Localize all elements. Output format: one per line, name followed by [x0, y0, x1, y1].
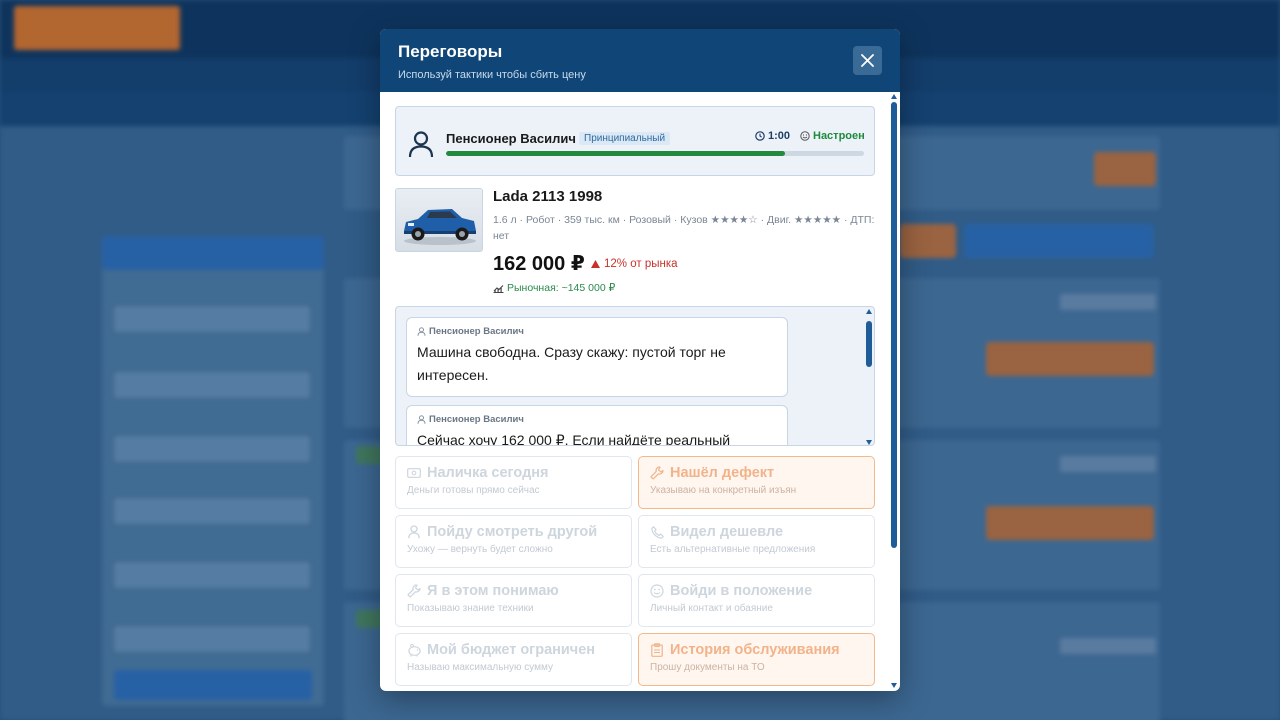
tactic-title: История обслуживания: [649, 642, 864, 658]
tactic-button[interactable]: Я в этом понимаю Показываю знание техники: [395, 574, 632, 627]
mood-progress-bar: [446, 151, 864, 156]
smile-icon: [800, 131, 810, 141]
clock-icon: [755, 131, 765, 141]
tactic-button[interactable]: Мой бюджет ограничен Называю максимальную…: [395, 633, 632, 686]
modal-subtitle: Используй тактики чтобы сбить цену: [398, 69, 586, 81]
tactic-title-text: Наличка сегодня: [427, 465, 549, 481]
tactic-description: Ухожу — вернуть будет сложно: [407, 544, 553, 555]
tactic-button[interactable]: Нашёл дефект Указываю на конкретный изъян: [638, 456, 875, 509]
tactic-title: Мой бюджет ограничен: [406, 642, 621, 658]
tactic-button[interactable]: Видел дешевле Есть альтернативные предлож…: [638, 515, 875, 568]
market-price: Рыночная: ~145 000 ₽: [493, 282, 615, 294]
chat-message: Пенсионер Василич Машина свободна. Сразу…: [406, 317, 788, 397]
wrench-icon: [649, 465, 665, 481]
seller-trait-badge: Принципиальный: [579, 132, 671, 145]
close-icon: [861, 54, 874, 67]
tactic-button[interactable]: Наличка сегодня Деньги готовы прямо сейча…: [395, 456, 632, 509]
tactic-description: Прошу документы на ТО: [650, 662, 765, 673]
car-price: 162 000 ₽: [493, 253, 585, 275]
modal-title: Переговоры: [398, 42, 503, 61]
tactic-title-text: Нашёл дефект: [670, 465, 775, 481]
message-text: Машина свободна. Сразу скажу: пустой тор…: [417, 344, 726, 383]
piggy-bank-icon: [406, 642, 422, 658]
modal-header: Переговоры Используй тактики чтобы сбить…: [380, 29, 900, 92]
user-icon: [417, 415, 426, 424]
user-icon: [408, 130, 434, 163]
chat-messages: Пенсионер Василич Машина свободна. Сразу…: [406, 317, 788, 446]
chat-log[interactable]: Пенсионер Василич Машина свободна. Сразу…: [395, 306, 875, 446]
price-delta: 12% от рынка: [591, 258, 678, 270]
timer-value: 1:00: [768, 130, 791, 142]
tactic-button[interactable]: Пойду смотреть другой Ухожу — вернуть буд…: [395, 515, 632, 568]
tactic-button[interactable]: История обслуживания Прошу документы на Т…: [638, 633, 875, 686]
mood-progress-fill: [446, 151, 785, 156]
tactic-description: Называю максимальную сумму: [407, 662, 554, 673]
scroll-down-icon[interactable]: [891, 683, 897, 688]
seller-panel: Пенсионер Василич Принципиальный 1:00 На…: [395, 106, 875, 176]
modal-scrollbar[interactable]: [890, 92, 898, 691]
car-info: Lada 2113 1998 1.6 л · Робот · 359 тыс. …: [395, 176, 875, 294]
timer: 1:00: [755, 130, 790, 142]
smile-icon: [649, 583, 665, 599]
message-author-name: Пенсионер Василич: [429, 326, 524, 337]
modal-body: Пенсионер Василич Принципиальный 1:00 На…: [380, 92, 890, 691]
tactic-description: Деньги готовы прямо сейчас: [407, 485, 540, 496]
phone-icon: [649, 524, 665, 540]
car-photo: [395, 188, 483, 252]
chat-scroll-thumb[interactable]: [866, 321, 872, 367]
tactic-description: Показываю знание техники: [407, 603, 534, 614]
tactic-title-text: Мой бюджет ограничен: [427, 642, 596, 658]
mood-label: Настроен: [813, 130, 865, 142]
tactic-title: Пойду смотреть другой: [406, 524, 621, 540]
tactic-title-text: История обслуживания: [670, 642, 840, 658]
price-delta-text: 12% от рынка: [604, 258, 678, 270]
chat-scroll-down-icon[interactable]: [866, 440, 872, 445]
tactic-title-text: Пойду смотреть другой: [427, 524, 598, 540]
tactic-description: Есть альтернативные предложения: [650, 544, 816, 555]
message-text: Сейчас хочу 162 000 ₽. Если найдёте реал…: [417, 432, 731, 446]
tactic-title-text: Я в этом понимаю: [427, 583, 559, 599]
tactic-title: Я в этом понимаю: [406, 583, 621, 599]
chat-scroll-up-icon[interactable]: [866, 309, 872, 314]
message-author: Пенсионер Василич: [417, 414, 777, 425]
tactics-grid: Наличка сегодня Деньги готовы прямо сейча…: [395, 456, 875, 686]
chart-icon: [493, 284, 504, 293]
tactic-button[interactable]: Войди в положение Личный контакт и обаяни…: [638, 574, 875, 627]
tactic-title: Видел дешевле: [649, 524, 864, 540]
tactic-title: Войди в положение: [649, 583, 864, 599]
car-title: Lada 2113 1998: [493, 188, 603, 205]
message-author: Пенсионер Василич: [417, 326, 777, 337]
tactic-title: Наличка сегодня: [406, 465, 621, 481]
tactic-title-text: Войди в положение: [670, 583, 813, 599]
seller-name: Пенсионер Василич: [446, 131, 576, 146]
wrench-icon: [406, 583, 422, 599]
tactic-title: Нашёл дефект: [649, 465, 864, 481]
close-button[interactable]: [853, 46, 882, 75]
tactic-description: Указываю на конкретный изъян: [650, 485, 797, 496]
clipboard-icon: [649, 642, 665, 658]
cash-icon: [406, 465, 422, 481]
car-specs: 1.6 л · Робот · 359 тыс. км · Розовый · …: [493, 214, 875, 242]
mood-status: Настроен: [800, 130, 865, 142]
tactic-description: Личный контакт и обаяние: [650, 603, 773, 614]
negotiation-modal: Переговоры Используй тактики чтобы сбить…: [380, 29, 900, 691]
scroll-up-icon[interactable]: [891, 94, 897, 99]
chat-scrollbar[interactable]: [866, 309, 872, 445]
user-icon: [417, 327, 426, 336]
arrow-up-icon: [591, 260, 600, 268]
tactic-title-text: Видел дешевле: [670, 524, 784, 540]
user-icon: [406, 524, 422, 540]
chat-message: Пенсионер Василич Сейчас хочу 162 000 ₽.…: [406, 405, 788, 446]
message-author-name: Пенсионер Василич: [429, 414, 524, 425]
scroll-thumb[interactable]: [891, 102, 897, 548]
market-price-text: Рыночная: ~145 000 ₽: [507, 282, 616, 294]
